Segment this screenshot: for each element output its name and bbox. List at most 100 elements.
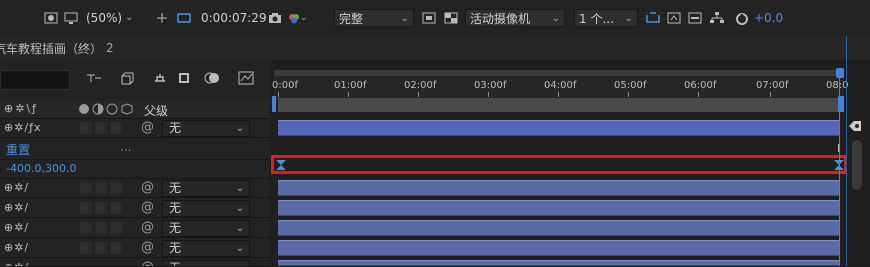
switches-adjust-icon[interactable]	[78, 103, 138, 118]
reset-exposure-icon[interactable]	[735, 12, 749, 25]
layer-row[interactable]: ⊕✲/ƒx @ 无 ⌄	[0, 119, 270, 138]
parent-select[interactable]: 无 ⌄	[162, 180, 250, 197]
viewer-toolbar: (50%) ⌄ 0:00:07:29 ⌄ 完整 ⌄ 活动摄像机 ⌄ 1 个... ⌄ …	[0, 0, 870, 37]
layer-switches[interactable]: ⊕✲/	[4, 261, 29, 266]
keyframe-icon[interactable]	[276, 159, 286, 173]
layer-row[interactable]: ⊕✲/ @ 无 ⌄	[0, 239, 270, 258]
composition-tab[interactable]: 汽车教程插画（终） 2	[0, 36, 870, 61]
ruler-tick	[698, 92, 699, 97]
search-input[interactable]	[0, 70, 70, 90]
ruler-label: 03:00f	[474, 80, 507, 91]
position-value[interactable]: -400.0,300.0	[6, 162, 76, 175]
switch-cell[interactable]	[95, 202, 107, 214]
ruler-tick	[278, 92, 279, 97]
layer-row[interactable]: ⊕✲/ @ 无 ⌄	[0, 179, 270, 198]
switch-cell[interactable]	[95, 122, 107, 134]
region-icon[interactable]	[176, 12, 191, 24]
pickwhip-icon[interactable]: @	[141, 200, 154, 215]
flowchart-icon[interactable]	[710, 12, 724, 24]
parent-select[interactable]: 无 ⌄	[162, 120, 250, 137]
ruler-label: 01:00f	[334, 80, 367, 91]
switch-cell[interactable]	[80, 122, 92, 134]
switch-cell[interactable]	[80, 242, 92, 254]
chevron-down-icon: ⌄	[235, 183, 244, 194]
layer-switches[interactable]: ⊕✲/	[4, 241, 29, 254]
layer-bar[interactable]	[278, 240, 840, 256]
layer-switches[interactable]: ⊕✲/	[4, 201, 29, 214]
switch-cell[interactable]	[95, 182, 107, 194]
chevron-down-icon: ⌄	[551, 13, 560, 24]
pickwhip-icon[interactable]: @	[141, 180, 154, 195]
switch-cell[interactable]	[110, 182, 122, 194]
composition-nav-icon[interactable]	[86, 72, 102, 87]
zoom-level[interactable]: (50%)	[86, 11, 122, 25]
work-area-band[interactable]	[278, 98, 840, 112]
layer-bar[interactable]	[278, 180, 840, 196]
timeline-icon[interactable]	[688, 12, 702, 24]
ruler-tick	[348, 92, 349, 97]
switch-cell[interactable]	[80, 182, 92, 194]
chevron-down-icon: ⌄	[624, 13, 633, 24]
zoom-chevron-icon[interactable]: ⌄	[125, 12, 133, 23]
ruler-tick	[770, 92, 771, 97]
layer-bar[interactable]	[278, 260, 840, 266]
graph-editor-icon[interactable]	[238, 71, 254, 88]
pickwhip-icon[interactable]: @	[141, 220, 154, 235]
layer-bar[interactable]	[278, 200, 840, 216]
work-area-start-handle[interactable]	[272, 96, 276, 112]
camera-icon[interactable]	[268, 12, 282, 24]
layer-bar[interactable]	[278, 220, 840, 236]
exposure-value[interactable]: +0.0	[754, 11, 783, 25]
ruler-tick	[418, 92, 419, 97]
comp-marker-icon[interactable]	[848, 120, 862, 135]
fast-preview-icon[interactable]	[667, 12, 681, 24]
pixel-aspect-icon[interactable]	[645, 12, 660, 24]
more-options[interactable]: ...	[120, 140, 131, 154]
region-of-interest-icon[interactable]	[422, 12, 436, 24]
views-select[interactable]: 1 个... ⌄	[574, 9, 638, 27]
shy-layers-icon[interactable]	[152, 72, 168, 87]
reset-link[interactable]: 重置	[6, 141, 30, 158]
layer-row[interactable]: ⊕✲/ @ 无 ⌄	[0, 219, 270, 238]
playhead-handle[interactable]	[836, 68, 844, 78]
layer-switches[interactable]: ⊕✲/ƒx	[4, 121, 42, 134]
layer-switches[interactable]: ⊕✲/	[4, 181, 29, 194]
pickwhip-icon[interactable]: @	[141, 240, 154, 255]
camera-select[interactable]: 活动摄像机 ⌄	[465, 9, 565, 27]
playhead-line[interactable]	[839, 70, 840, 266]
chevron-down-icon: ⌄	[400, 13, 409, 24]
text-cursor-icon: I	[837, 142, 841, 155]
toggle-mask-icon[interactable]	[44, 12, 58, 24]
layer-row[interactable]: ⊕✲/ @ 无 ⌄	[0, 199, 270, 218]
ruler-tick	[558, 92, 559, 97]
switch-cell[interactable]	[95, 222, 107, 234]
parent-select[interactable]: 无 ⌄	[162, 220, 250, 237]
parent-select[interactable]: 无 ⌄	[162, 240, 250, 257]
frame-blending-icon[interactable]	[178, 71, 192, 88]
switch-cell[interactable]	[110, 122, 122, 134]
resize-icon[interactable]	[155, 12, 169, 24]
ruler-label: 07:00f	[756, 80, 789, 91]
color-channels-chevron-icon[interactable]: ⌄	[300, 13, 308, 23]
pickwhip-icon[interactable]: @	[141, 120, 154, 135]
switch-cell[interactable]	[110, 242, 122, 254]
chevron-down-icon: ⌄	[235, 223, 244, 234]
switch-cell[interactable]	[80, 202, 92, 214]
monitor-icon[interactable]	[64, 12, 78, 24]
draft-3d-icon[interactable]	[118, 70, 134, 89]
parent-column-header[interactable]: 父级	[144, 102, 168, 119]
switch-cell[interactable]	[80, 222, 92, 234]
timecode[interactable]: 0:00:07:29	[201, 11, 267, 25]
transparency-grid-icon[interactable]	[444, 12, 458, 24]
switch-cell[interactable]	[110, 202, 122, 214]
layer-switches[interactable]: ⊕✲/	[4, 221, 29, 234]
parent-select[interactable]: 无 ⌄	[162, 200, 250, 217]
vertical-scrollbar[interactable]	[852, 140, 862, 190]
motion-blur-icon[interactable]	[204, 71, 220, 88]
layer-bar[interactable]	[278, 120, 840, 136]
resolution-select[interactable]: 完整 ⌄	[334, 9, 414, 27]
ruler-label: 0:00f	[272, 80, 298, 91]
switches-header-icon[interactable]: ⊕✲\ƒ	[4, 102, 38, 115]
switch-cell[interactable]	[95, 242, 107, 254]
switch-cell[interactable]	[110, 222, 122, 234]
